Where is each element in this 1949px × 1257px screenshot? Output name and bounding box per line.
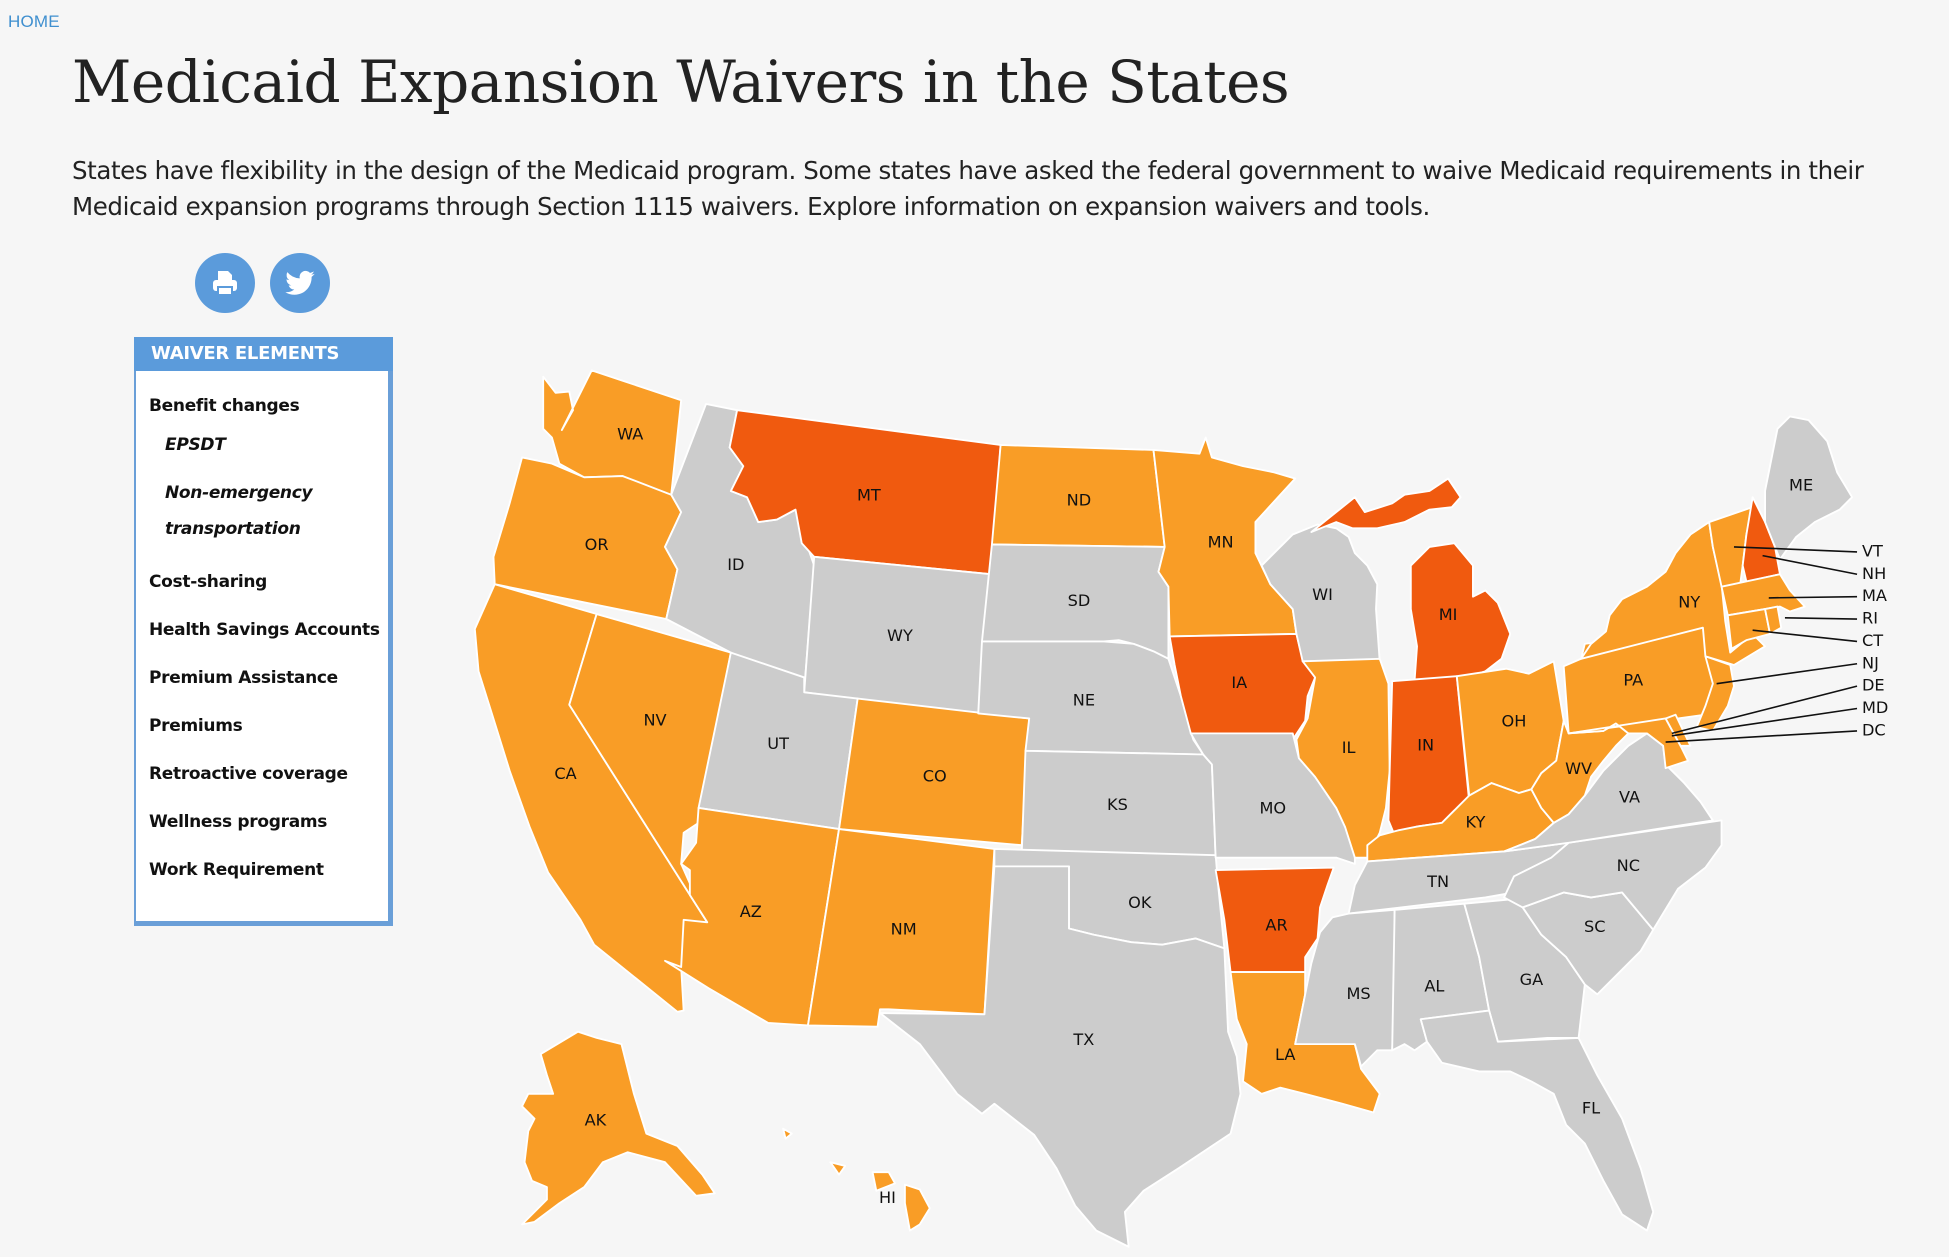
- state-ME[interactable]: [1764, 415, 1854, 561]
- callout-label-NJ: NJ: [1862, 653, 1879, 672]
- callout-label-MD: MD: [1862, 698, 1888, 717]
- callout-label-DC: DC: [1862, 720, 1886, 739]
- state-AK[interactable]: [521, 1030, 716, 1226]
- state-label-HI: HI: [879, 1188, 896, 1207]
- callout-line-CT: [1752, 629, 1858, 643]
- callout-label-DE: DE: [1862, 676, 1885, 695]
- state-NM[interactable]: [807, 828, 996, 1028]
- callout-label-MA: MA: [1862, 586, 1887, 605]
- state-MN[interactable]: [1152, 436, 1298, 638]
- callout-line-NJ: [1716, 662, 1858, 685]
- callout-line-RI: [1784, 616, 1858, 620]
- state-IA[interactable]: [1168, 632, 1317, 741]
- callout-label-RI: RI: [1862, 609, 1878, 628]
- callout-label-VT: VT: [1862, 541, 1883, 560]
- callout-label-NH: NH: [1862, 564, 1886, 583]
- state-ND[interactable]: [990, 444, 1166, 548]
- us-states-map: WAORCANVIDMTWYUTAZCONMNDSDNEKSOKTXMNIAMO…: [473, 369, 1888, 1248]
- state-HI[interactable]: [782, 1127, 931, 1232]
- callout-label-CT: CT: [1862, 631, 1883, 650]
- state-WY[interactable]: [803, 555, 993, 717]
- state-KS[interactable]: [1020, 749, 1217, 859]
- state-CO[interactable]: [838, 697, 1031, 847]
- state-FL[interactable]: [1419, 1009, 1655, 1232]
